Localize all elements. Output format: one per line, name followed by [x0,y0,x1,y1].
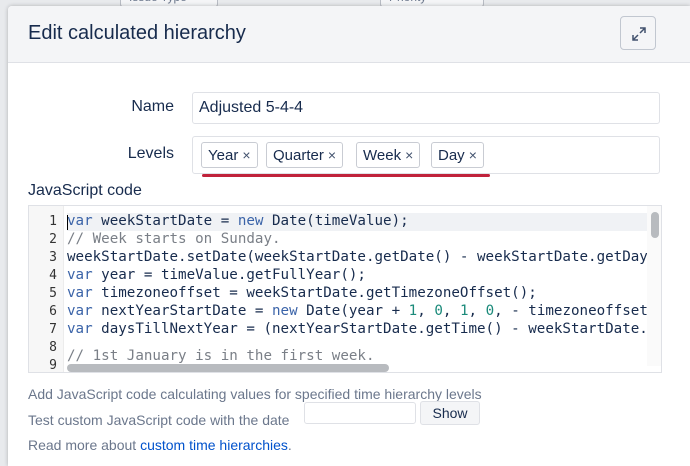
read-more-text: Read more about custom time hierarchies. [28,437,292,453]
dialog-header: Edit calculated hierarchy [8,6,690,63]
remove-year-icon[interactable]: × [242,147,250,163]
dialog-title: Edit calculated hierarchy [28,22,246,44]
levels-label: Levels [127,145,174,162]
level-chip-label: Day [438,147,465,164]
code-line: var nextYearStartDate = new Date(year + … [67,303,647,319]
level-chip-year: Year × [201,142,258,168]
line-number: 5 [49,286,57,301]
help-text: Add JavaScript code calculating values f… [28,386,482,402]
remove-quarter-icon[interactable]: × [328,147,336,163]
edit-hierarchy-dialog: Edit calculated hierarchy Name Levels Ye… [8,6,690,466]
line-number: 10 [29,372,57,373]
code-line: var weekStartDate = new Date(timeValue); [67,213,409,229]
custom-time-hierarchies-link[interactable]: custom time hierarchies [140,437,288,453]
code-line: // Week starts on Sunday. [67,231,281,247]
name-input[interactable] [192,92,660,124]
read-more-suffix: . [287,437,292,453]
name-label: Name [131,98,174,115]
line-number: 3 [49,250,57,265]
level-chip-label: Week [363,147,402,164]
text-cursor [67,215,68,230]
levels-field[interactable]: Year × Quarter × Week × Day × [192,136,660,174]
code-line: weekStartDate.setDate(weekStartDate.getD… [67,249,647,265]
level-chip-week: Week × [356,142,421,168]
code-line: var timezoneoffset = weekStartDate.getTi… [67,285,537,301]
show-button[interactable]: Show [420,401,480,425]
level-chip-quarter: Quarter × [266,142,344,168]
test-date-label: Test custom JavaScript code with the dat… [28,412,290,428]
line-number-gutter: 1 2 3 4 5 6 7 8 9 10 [29,206,64,373]
code-editor[interactable]: 1 2 3 4 5 6 7 8 9 10 var weekStartDate =… [28,205,662,373]
code-line: var daysTillNextYear = (nextYearStartDat… [67,321,647,337]
javascript-code-label: JavaScript code [28,182,142,199]
line-number: 2 [49,232,57,247]
expand-icon [632,27,646,41]
annotation-underline [202,174,490,177]
line-number: 7 [49,322,57,337]
remove-day-icon[interactable]: × [469,147,477,163]
remove-week-icon[interactable]: × [405,147,413,163]
line-number: 6 [49,304,57,319]
line-number: 8 [49,340,57,355]
code-line: var year = timeValue.getFullYear(); [67,267,366,283]
code-text-area[interactable]: var weekStartDate = new Date(timeValue);… [67,206,647,366]
expand-dialog-button[interactable] [620,16,656,50]
vertical-scrollbar-thumb[interactable] [651,212,659,238]
horizontal-scrollbar-thumb[interactable] [67,364,389,372]
line-number: 9 [49,358,57,373]
read-more-prefix: Read more about [28,437,141,453]
test-date-input[interactable] [304,402,416,424]
code-line: // 1st January is in the first week. [67,348,375,364]
level-chip-day: Day × [431,142,484,168]
line-number: 1 [49,214,57,229]
level-chip-label: Year [208,147,239,164]
line-number: 4 [49,268,57,283]
level-chip-label: Quarter [273,147,324,164]
